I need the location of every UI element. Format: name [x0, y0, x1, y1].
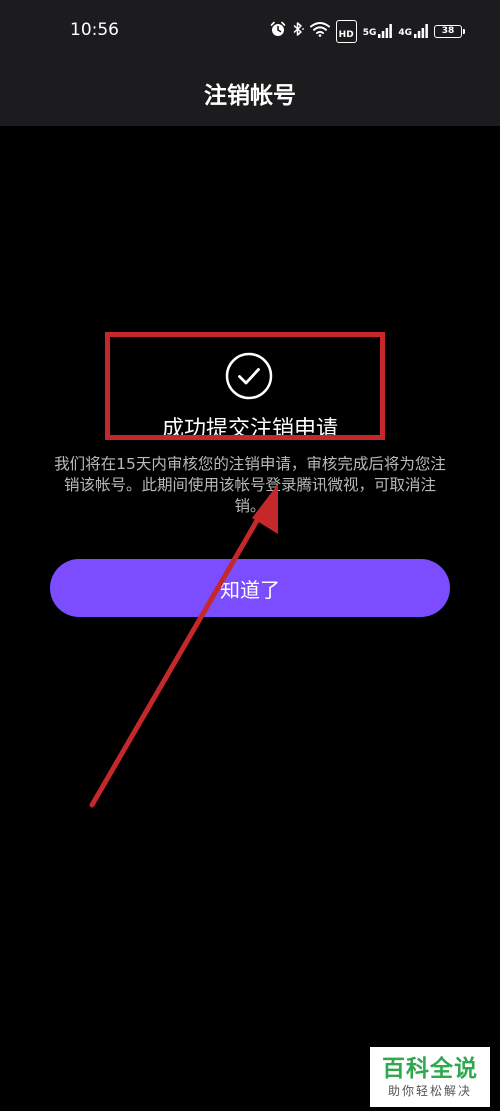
battery-level: 38 — [441, 25, 455, 36]
alarm-icon — [270, 21, 286, 41]
hd-label: HD — [338, 29, 354, 40]
status-icons: HD 5G 4G 38 — [270, 19, 465, 43]
wifi-icon — [309, 21, 330, 41]
title-bar: 注销帐号 — [0, 62, 500, 126]
annotation-arrow — [89, 484, 278, 808]
status-time: 10:56 — [70, 20, 119, 40]
watermark-main-text: 百科全说 — [382, 1056, 478, 1082]
annotation-highlight-box — [105, 332, 385, 440]
page-title: 注销帐号 — [204, 83, 296, 109]
got-it-button[interactable]: 知道了 — [50, 559, 450, 617]
signal-5g-icon: 5G — [363, 24, 393, 38]
signal-4g-label: 4G — [398, 28, 412, 38]
watermark-logo: 百科全说 助你轻松解决 — [370, 1047, 490, 1107]
battery-icon: 38 — [434, 24, 465, 38]
hd-icon: HD — [335, 19, 357, 43]
signal-5g-label: 5G — [362, 28, 377, 38]
success-description: 我们将在15天内审核您的注销申请，审核完成后将为您注销该帐号。此期间使用该帐号登… — [54, 455, 446, 515]
watermark-sub-text: 助你轻松解决 — [387, 1084, 472, 1098]
status-bar: 10:56 HD 5G 4G 38 — [0, 0, 500, 62]
bluetooth-icon — [292, 21, 304, 41]
signal-4g-icon: 4G — [398, 24, 428, 38]
